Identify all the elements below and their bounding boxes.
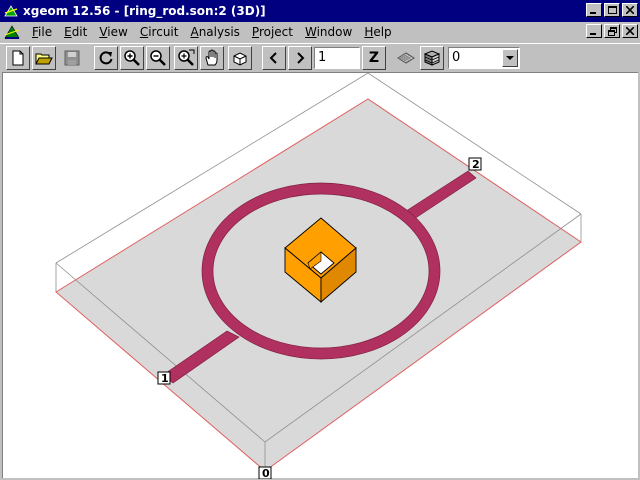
maximize-icon — [607, 5, 617, 14]
layer-dropdown-button[interactable] — [502, 49, 518, 67]
3d-box-icon — [233, 52, 247, 66]
minimize-icon — [590, 33, 596, 35]
mesh-button[interactable] — [394, 46, 418, 70]
menu-file[interactable]: File — [26, 25, 58, 39]
zoom-fit-button[interactable] — [174, 46, 198, 70]
prev-level-button[interactable] — [262, 46, 286, 70]
rotate-button[interactable] — [94, 46, 118, 70]
z-label: Z — [368, 50, 380, 66]
port-label-0[interactable]: 0 — [258, 466, 272, 479]
menu-analysis[interactable]: Analysis — [184, 25, 245, 39]
chevron-left-icon — [269, 52, 277, 64]
maximize-button[interactable] — [604, 3, 620, 17]
mdi-minimize-button[interactable] — [586, 24, 602, 38]
save-button[interactable] — [60, 46, 84, 70]
menu-help[interactable]: Help — [358, 25, 397, 39]
chevron-down-icon — [506, 55, 514, 60]
new-file-icon — [12, 50, 24, 66]
layer-select[interactable]: 0 — [448, 47, 520, 69]
pan-hand-icon — [205, 49, 218, 66]
3d-viewport[interactable]: 1 2 0 — [2, 72, 639, 479]
zoom-out-icon — [150, 50, 166, 66]
mesh-icon — [397, 52, 415, 64]
menu-project[interactable]: Project — [246, 25, 299, 39]
close-button[interactable] — [622, 3, 638, 17]
layer-value: 0 — [452, 50, 461, 65]
pan-button[interactable] — [200, 46, 224, 70]
window-title: xgeom 12.56 - [ring_rod.son:2 (3D)] — [23, 4, 266, 18]
restore-icon — [607, 26, 617, 36]
layers-button[interactable] — [420, 46, 444, 70]
z-view-button[interactable]: Z — [362, 46, 386, 70]
zoom-fit-icon — [178, 49, 195, 66]
minimize-icon — [590, 12, 596, 14]
new-file-button[interactable] — [6, 46, 30, 70]
menu-view[interactable]: View — [93, 25, 133, 39]
rotate-icon — [99, 51, 113, 65]
zoom-in-button[interactable] — [120, 46, 144, 70]
chevron-right-icon — [297, 52, 305, 64]
xgeom-app-icon[interactable] — [3, 3, 19, 19]
save-disabled-icon — [64, 50, 80, 66]
port-0-text: 0 — [262, 467, 270, 479]
close-icon — [626, 6, 634, 14]
document-system-icon[interactable] — [4, 24, 20, 40]
menu-edit[interactable]: Edit — [58, 25, 93, 39]
level-value: 1 — [318, 50, 327, 65]
toolbar: 1 Z 0 — [0, 43, 640, 71]
port-label-2[interactable]: 2 — [468, 157, 482, 171]
open-file-button[interactable] — [32, 46, 56, 70]
layers-icon — [423, 50, 441, 66]
title-bar: xgeom 12.56 - [ring_rod.son:2 (3D)] — [0, 0, 640, 22]
3d-scene[interactable]: 1 2 0 — [3, 73, 639, 479]
port-label-1[interactable]: 1 — [157, 371, 171, 385]
menu-window[interactable]: Window — [299, 25, 358, 39]
menu-circuit[interactable]: Circuit — [134, 25, 185, 39]
port-2-text: 2 — [472, 158, 480, 171]
mdi-restore-button[interactable] — [604, 24, 620, 38]
close-icon — [626, 27, 634, 35]
mdi-close-button[interactable] — [622, 24, 638, 38]
minimize-button[interactable] — [586, 3, 602, 17]
next-level-button[interactable] — [288, 46, 312, 70]
box-view-button[interactable] — [228, 46, 252, 70]
menu-bar: File Edit View Circuit Analysis Project … — [0, 22, 640, 41]
port-1-text: 1 — [161, 372, 169, 385]
zoom-out-button[interactable] — [146, 46, 170, 70]
open-folder-icon — [35, 53, 53, 65]
zoom-in-icon — [124, 50, 140, 66]
level-input[interactable]: 1 — [314, 47, 360, 69]
